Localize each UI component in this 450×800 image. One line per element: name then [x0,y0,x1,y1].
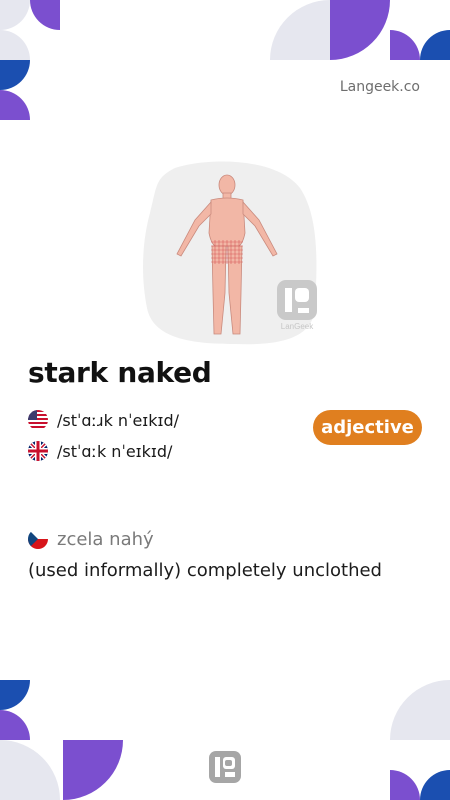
langeek-watermark-icon [277,280,317,320]
top-left-decoration [0,0,60,120]
czech-flag-icon [28,529,48,549]
top-right-decoration [270,0,450,60]
bottom-right-decoration [390,680,450,800]
definition-text: (used informally) completely unclothed [28,560,382,581]
bottom-left-decoration [0,680,123,800]
uk-flag-icon [28,441,48,461]
langeek-logo-icon [209,751,241,783]
pronunciation-uk[interactable]: /stˈɑːk nˈeɪkɪd/ [28,440,172,462]
us-flag-icon [28,410,48,430]
pronunciation-us[interactable]: /stˈɑːɹk nˈeɪkɪd/ [28,409,179,431]
naked-man-illustration: LanGeek [143,161,317,345]
part-of-speech-badge: adjective [313,410,422,445]
watermark-text: LanGeek [281,322,314,331]
translation-text: zcela nahý [57,528,154,550]
pronunciation-uk-ipa: /stˈɑːk nˈeɪkɪd/ [57,441,173,461]
site-name[interactable]: Langeek.co [340,79,420,95]
entry-word: stark naked [28,356,212,389]
pronunciation-us-ipa: /stˈɑːɹk nˈeɪkɪd/ [57,410,180,430]
translation-czech: zcela nahý [28,528,154,550]
